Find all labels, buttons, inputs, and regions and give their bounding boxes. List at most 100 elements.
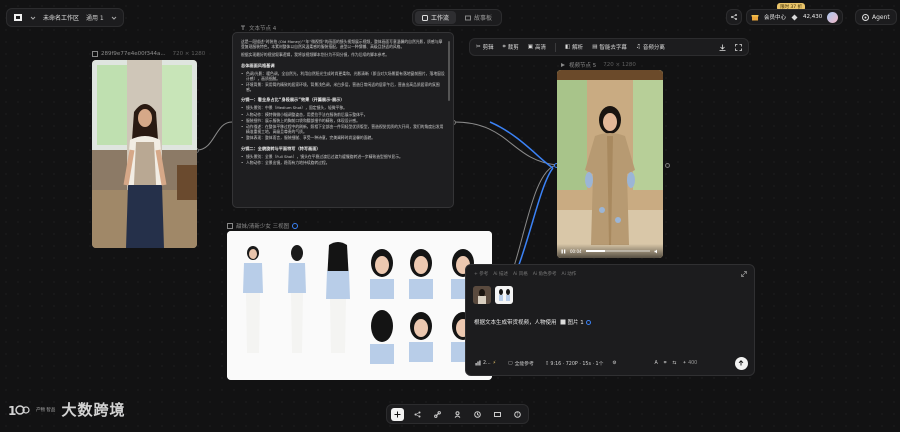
points-value: 42,430 [803,14,823,20]
credit-cost-value: 400 [688,360,698,366]
image-node-header[interactable]: 289f9e77e4e00f344a... 720 × 1280 [92,51,205,57]
storyboard-icon [465,15,472,21]
analyze-button[interactable]: ◧ 解析 [565,43,583,51]
image-node-icon [92,51,98,57]
section-heading: 分镜一：看全身占比“身段展示”效果（开篇展示-展示） [241,97,345,103]
reference-mode-label: 全能参考 [514,361,534,367]
points-icon [791,14,798,21]
crop-button[interactable]: ⌗ 裁剪 [502,43,519,52]
list-item: 人物动作：全景出镜，稳而有力地持续旋转过程。 [241,160,445,165]
help-button[interactable]: ? [511,408,524,421]
link-tool-button[interactable] [431,408,444,421]
text-node[interactable]: 这是一段描述“时装拍 (Old Money)”“年”微视频”的画面的镜头视频展示… [232,32,454,208]
watermark-text: 大数跨境 [61,401,126,419]
model-photo[interactable] [92,60,197,248]
describe-button[interactable]: Ai 描述 [493,271,508,277]
agent-button[interactable]: Agent [855,9,897,25]
send-button[interactable] [734,356,748,370]
character-sheet-image[interactable] [227,231,492,380]
image-icon [560,319,566,325]
video-node-header[interactable]: 视频节点 5 720 × 1280 [560,61,636,69]
reference-mode-select[interactable]: ▢ 全能参考 [505,357,537,369]
video-progress-bar[interactable] [585,250,650,252]
reference-thumbnail[interactable] [473,286,491,304]
add-reference-button[interactable]: + 参考 [474,271,488,277]
app-logo-icon[interactable] [13,13,23,22]
tab-storyboard-label: 故事板 [474,15,493,22]
chevron-down-icon[interactable] [111,15,117,21]
video-node-icon [560,62,566,68]
text-intro-2: 根据实现最好的视觉叙事逻辑，我将该视频脚本划分为不同分镜，作为后续的脚本参考。 [241,52,390,58]
generation-settings: 2... ⚡ ▢ 全能参考 ▯ 9:16 · 720P · 15s · 1个 ⚙… [472,356,748,370]
style-button[interactable]: Ai 风格 [513,271,528,277]
tab-workflow-label: 工作流 [431,15,450,22]
prompt-input[interactable]: 根据文本生成带货视频，人物使用 图片 1 [474,318,591,326]
svg-text:1: 1 [8,404,16,417]
chevron-down-icon[interactable] [30,15,36,21]
avatar[interactable] [827,11,839,23]
list-item: 镜头景别：中景（Medium Shot），固定镜头，轻微平移。 [241,105,445,110]
list-item: 环境背景：采用简约精致的居家环境，背景浅色调，米白多层，营造日常闲适的居家午后，… [241,82,445,92]
audio-separate-button[interactable]: ♫ 音频分离 [636,43,665,51]
pause-icon[interactable] [561,249,566,254]
hd-icon: ▣ [527,44,533,50]
list-item: 人物动作：模特微微小幅调整姿态，用提拉手法在服装前后展示整体平。 [241,112,445,117]
divider [554,42,556,52]
scrollbar[interactable] [448,41,450,101]
list-item: 动作描述：在整体平移过程中的刷新，照相下全部由一件同轻型优质版型，营造视觉优质的… [241,124,445,134]
workflow-tool-button[interactable] [411,408,424,421]
verified-icon [585,319,591,325]
fullscreen-icon[interactable] [735,43,742,51]
expand-icon[interactable] [741,271,747,277]
tab-storyboard[interactable]: 故事板 [458,11,499,24]
crop-label: 裁剪 [507,45,519,51]
connector-dot[interactable] [665,163,670,168]
text-node-header[interactable]: 文本节点 4 [240,24,276,32]
clip-label: 剪辑 [482,45,494,51]
image-reference-chip[interactable]: 图片 1 [560,318,591,326]
volume-icon[interactable] [654,249,659,254]
add-node-button[interactable] [391,407,404,421]
member-center-link[interactable]: 会员中心 [764,13,786,21]
share-button[interactable] [726,9,742,25]
account-bar: 会员中心 42,430 [746,9,844,25]
workflow-icon [422,14,428,21]
swap-icon[interactable]: ⇆ [672,361,676,366]
settings-icon[interactable]: ⚙ [612,361,616,366]
list-item: 服装细节：展示服装上的胸前口袋和腰部细节的精致，体现设计感。 [241,118,445,123]
version-select[interactable]: 通用 1 [86,13,104,22]
watermark: 1 产物 智品 大数跨境 [8,399,125,420]
watermark-logo-icon: 1 [8,403,30,417]
clip-button[interactable]: ✂ 剪辑 [476,43,494,51]
tab-workflow[interactable]: 工作流 [415,11,457,24]
video-params-label: 9:16 · 720P · 15s · 1个 [550,361,604,367]
hd-label: 高清 [534,45,546,51]
watermark-subtext: 产物 智品 [36,407,56,413]
download-icon[interactable] [719,44,726,51]
crop-icon: ⌗ [502,43,506,50]
board-node-header[interactable]: 甜妹/清新少女 三视图 [227,222,299,230]
media-library-button[interactable] [491,408,504,421]
motion-button[interactable]: Ai 动作 [562,271,577,277]
video-player[interactable]: 00:04 [557,70,663,258]
list-item: 镜头景别：全景（Full Shot），镜头在平稳过渡后过渡为缓慢旋转进一步精致造… [241,154,445,159]
crop-icon[interactable]: ⌗ [664,360,667,366]
reference-thumbnail[interactable] [495,286,513,304]
user-tool-button[interactable] [451,408,464,421]
model-select[interactable]: 2... ⚡ [472,357,499,369]
video-params-select[interactable]: ▯ 9:16 · 720P · 15s · 1个 [543,357,607,369]
project-name[interactable]: 未命名工作区 [43,13,79,22]
canvas-toolbar: ? [386,404,529,424]
text-icon[interactable]: A [654,361,657,366]
gift-icon[interactable] [751,13,759,21]
audio-icon: ♫ [635,44,641,50]
character-ref-button[interactable]: Ai 角色参考 [533,271,557,277]
history-button[interactable] [471,408,484,421]
remove-subtitle-button[interactable]: ▤ 智能去字幕 [592,43,627,51]
image-node-size: 720 × 1280 [172,51,206,57]
agent-icon [862,13,869,21]
video-controls: 00:04 [557,244,663,258]
board-node-title: 甜妹/清新少女 三视图 [236,224,290,230]
hd-button[interactable]: ▣ 高清 [528,43,546,51]
svg-text:?: ? [516,412,518,417]
